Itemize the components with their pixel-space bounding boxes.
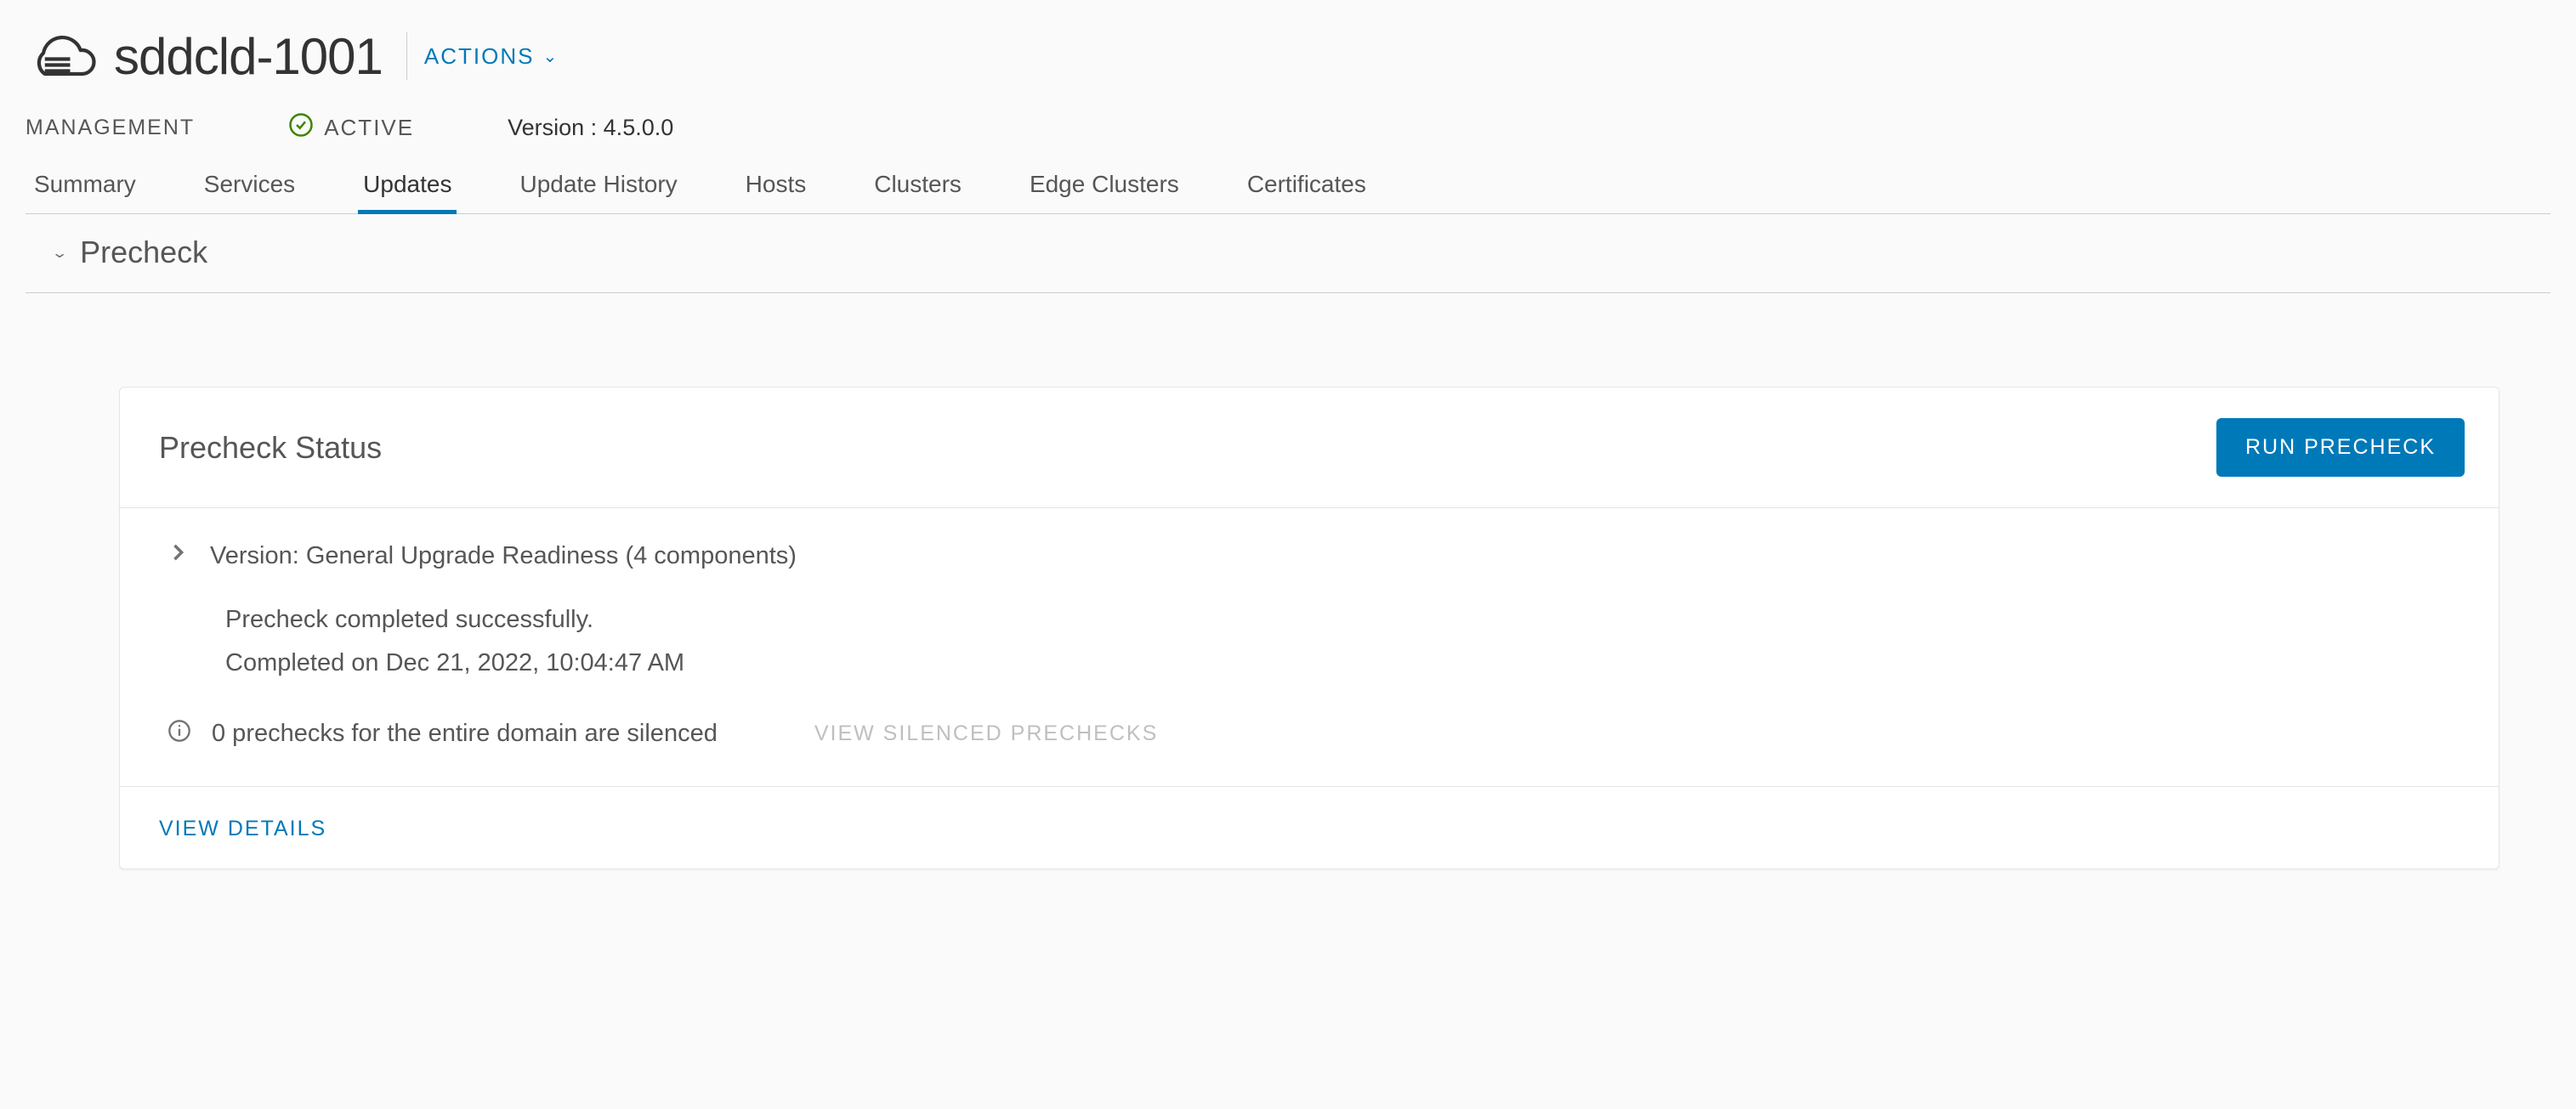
actions-label: ACTIONS	[424, 43, 535, 70]
silenced-row: 0 prechecks for the entire domain are si…	[167, 719, 2460, 749]
info-icon	[167, 719, 191, 749]
check-circle-icon	[288, 112, 314, 144]
section-title: Precheck	[80, 235, 207, 270]
tabs: Summary Services Updates Update History …	[26, 164, 2550, 214]
chevron-right-icon	[166, 540, 190, 571]
tab-certificates[interactable]: Certificates	[1247, 164, 1366, 213]
tab-edge-clusters[interactable]: Edge Clusters	[1030, 164, 1179, 213]
page-title: sddcld-1001	[114, 27, 383, 86]
run-precheck-button[interactable]: RUN PRECHECK	[2216, 418, 2465, 477]
cloud-icon	[26, 25, 97, 87]
status-line: Precheck completed successfully.	[225, 598, 2460, 642]
management-label: MANAGEMENT	[26, 116, 195, 140]
version-line: Version: General Upgrade Readiness (4 co…	[210, 542, 797, 570]
chevron-down-icon: ⌄	[542, 46, 559, 67]
tab-updates[interactable]: Updates	[363, 164, 451, 213]
status-active: ACTIVE	[288, 112, 414, 144]
version-text: Version : 4.5.0.0	[508, 115, 673, 141]
actions-button[interactable]: ACTIONS ⌄	[424, 43, 559, 70]
silenced-text: 0 prechecks for the entire domain are si…	[212, 720, 718, 748]
completed-line: Completed on Dec 21, 2022, 10:04:47 AM	[225, 642, 2460, 685]
page-header: sddcld-1001 ACTIONS ⌄	[26, 25, 2550, 87]
tab-update-history[interactable]: Update History	[519, 164, 677, 213]
version-row[interactable]: Version: General Upgrade Readiness (4 co…	[166, 540, 2460, 571]
meta-row: MANAGEMENT ACTIVE Version : 4.5.0.0	[26, 112, 2550, 144]
chevron-down-icon: ⌄	[51, 244, 68, 261]
tab-summary[interactable]: Summary	[34, 164, 136, 213]
precheck-card: Precheck Status RUN PRECHECK Version: Ge…	[119, 387, 2499, 869]
tab-hosts[interactable]: Hosts	[746, 164, 807, 213]
tab-clusters[interactable]: Clusters	[874, 164, 962, 213]
status-label: ACTIVE	[324, 115, 414, 141]
card-footer: VIEW DETAILS	[120, 787, 2499, 869]
tab-services[interactable]: Services	[204, 164, 295, 213]
card-header: Precheck Status RUN PRECHECK	[120, 388, 2499, 508]
card-title: Precheck Status	[159, 430, 382, 466]
view-details-button[interactable]: VIEW DETAILS	[159, 817, 326, 840]
section-precheck-header[interactable]: ⌄ Precheck	[26, 214, 2550, 293]
view-silenced-button: VIEW SILENCED PRECHECKS	[814, 721, 1158, 746]
detail-block: Precheck completed successfully. Complet…	[225, 598, 2460, 685]
divider	[406, 32, 407, 80]
card-body: Version: General Upgrade Readiness (4 co…	[120, 508, 2499, 787]
